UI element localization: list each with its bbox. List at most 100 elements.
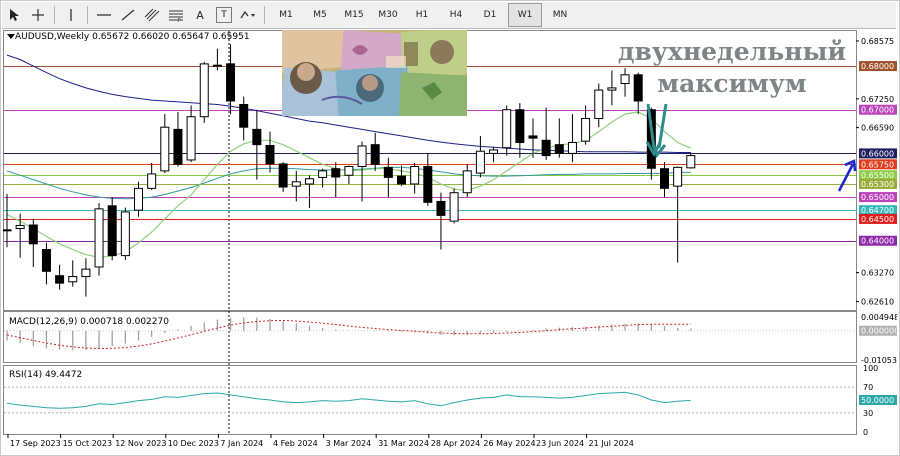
candle-body-bear: [528, 135, 538, 139]
candle-body-bear: [278, 163, 288, 188]
rsi-tick-label: 0: [863, 428, 868, 437]
tf-button-d1[interactable]: D1: [474, 4, 506, 26]
candle-body-bull: [410, 166, 420, 185]
candle-body-bull: [134, 187, 143, 211]
channel-icon[interactable]: [141, 4, 163, 26]
annotation-line-1: двухнедельный: [617, 37, 847, 66]
tf-button-m5[interactable]: M5: [304, 4, 336, 26]
horizontal-line-icon[interactable]: [93, 4, 115, 26]
fibonacci-icon[interactable]: F: [165, 4, 187, 26]
level-price-tag-label: 0.68000: [861, 62, 894, 71]
macd-tick-label: 0.004948: [861, 313, 897, 322]
candle: [199, 61, 209, 123]
candle: [55, 264, 65, 290]
vertical-line-icon[interactable]: [60, 4, 82, 26]
chart-title: AUDUSD,Weekly 0.65672 0.66020 0.65647 0.…: [15, 32, 250, 42]
candle-body-bull: [81, 268, 91, 278]
candle: [107, 197, 117, 261]
level-price-tag: 0.68000: [859, 61, 897, 72]
x-tick-label: 12 Nov 2023: [115, 439, 166, 448]
candle-body-bear: [28, 224, 38, 245]
x-tick-label: 28 Apr 2024: [431, 439, 480, 448]
candle-body-bull: [357, 145, 367, 168]
cursor-icon[interactable]: [3, 4, 25, 26]
toolbar-separator: [264, 6, 265, 24]
indicator-collapse-icon[interactable]: [7, 34, 15, 39]
banknotes-picture: [282, 30, 467, 116]
candle-body-bull: [304, 178, 314, 185]
candle-body-bull: [147, 173, 157, 189]
price-tick-label: 0.67250: [861, 95, 894, 104]
candle: [265, 131, 275, 173]
level-price-tag-label: 0.64500: [861, 215, 894, 224]
macd-value-tag: 0.000000: [859, 325, 897, 336]
toolbar-separator: [54, 6, 55, 24]
tf-button-m30[interactable]: M30: [372, 4, 404, 26]
candle-body-bull: [318, 170, 328, 178]
toolbar-separator: [87, 6, 88, 24]
candle: [686, 152, 696, 169]
annotation-line-2: максимум: [657, 69, 807, 98]
candle-body-bull: [120, 211, 130, 257]
candle-body-bull: [344, 166, 354, 176]
x-tick-label: 7 Jan 2024: [220, 439, 263, 448]
candle: [120, 207, 130, 260]
candle-body-bull: [291, 181, 301, 187]
candle-body-bull: [449, 192, 459, 222]
price-tick-label: 0.62610: [861, 297, 894, 306]
candle-body-bear: [554, 144, 564, 154]
candle: [160, 114, 170, 174]
candle: [278, 162, 288, 192]
candle: [436, 192, 446, 250]
candle-body-bear: [173, 128, 183, 165]
candle-body-bear: [515, 109, 525, 143]
tf-button-h1[interactable]: H1: [406, 4, 438, 26]
annotation-text: двухнедельный максимум: [602, 36, 862, 100]
candle-body-bear: [55, 275, 65, 284]
text-label-icon[interactable]: T: [216, 7, 232, 23]
candle: [581, 105, 591, 145]
x-tick-label: 17 Sep 2023: [10, 439, 61, 448]
x-tick-label: 21 Jul 2024: [589, 439, 634, 448]
candle-body-bear: [41, 248, 51, 272]
rsi-value-tag-label: 50.0000: [861, 396, 894, 405]
rsi-label: RSI(14) 49.4472: [9, 370, 83, 380]
tf-button-w1[interactable]: W1: [508, 3, 542, 27]
candle: [304, 175, 314, 208]
level-price-tag: 0.65300: [859, 178, 897, 189]
candle-body-bull: [3, 229, 12, 232]
x-tick-label: 3 Mar 2024: [326, 439, 372, 448]
level-price-tag-label: 0.66000: [861, 149, 894, 158]
candle: [541, 107, 551, 160]
level-price-tag-label: 0.65000: [861, 193, 894, 202]
candle-body-bear: [107, 205, 117, 257]
candle: [567, 114, 577, 163]
rsi-line: [6, 391, 691, 409]
level-price-tag-label: 0.64700: [861, 206, 894, 215]
tf-button-m15[interactable]: M15: [338, 4, 370, 26]
candle: [3, 194, 12, 248]
candle-body-bear: [331, 168, 341, 178]
text-icon[interactable]: A: [189, 4, 211, 26]
candle: [410, 163, 420, 194]
annotation-arrow-icon: [645, 103, 668, 158]
candle-body-bear: [436, 200, 446, 216]
trendline-icon[interactable]: [117, 4, 139, 26]
tf-button-h4[interactable]: H4: [440, 4, 472, 26]
candle-body-bull: [212, 64, 222, 67]
candle: [370, 132, 380, 171]
x-tick-label: 23 Jun 2024: [536, 439, 584, 448]
candle: [397, 165, 406, 187]
level-price-tag-label: 0.65750: [861, 160, 894, 169]
candle-body-bull: [199, 63, 209, 118]
candle: [357, 141, 367, 202]
tf-button-mn[interactable]: MN: [544, 4, 576, 26]
tf-button-m1[interactable]: M1: [270, 4, 302, 26]
shapes-icon[interactable]: [237, 4, 259, 26]
level-price-tag: 0.64500: [859, 213, 897, 224]
candle-body-bear: [397, 175, 406, 185]
candle-body-bull: [686, 155, 696, 169]
macd-label: MACD(12,26,9) 0.000718 0.002270: [9, 317, 169, 327]
macd-value-tag-label: 0.000000: [861, 327, 897, 336]
crosshair-icon[interactable]: [27, 4, 49, 26]
